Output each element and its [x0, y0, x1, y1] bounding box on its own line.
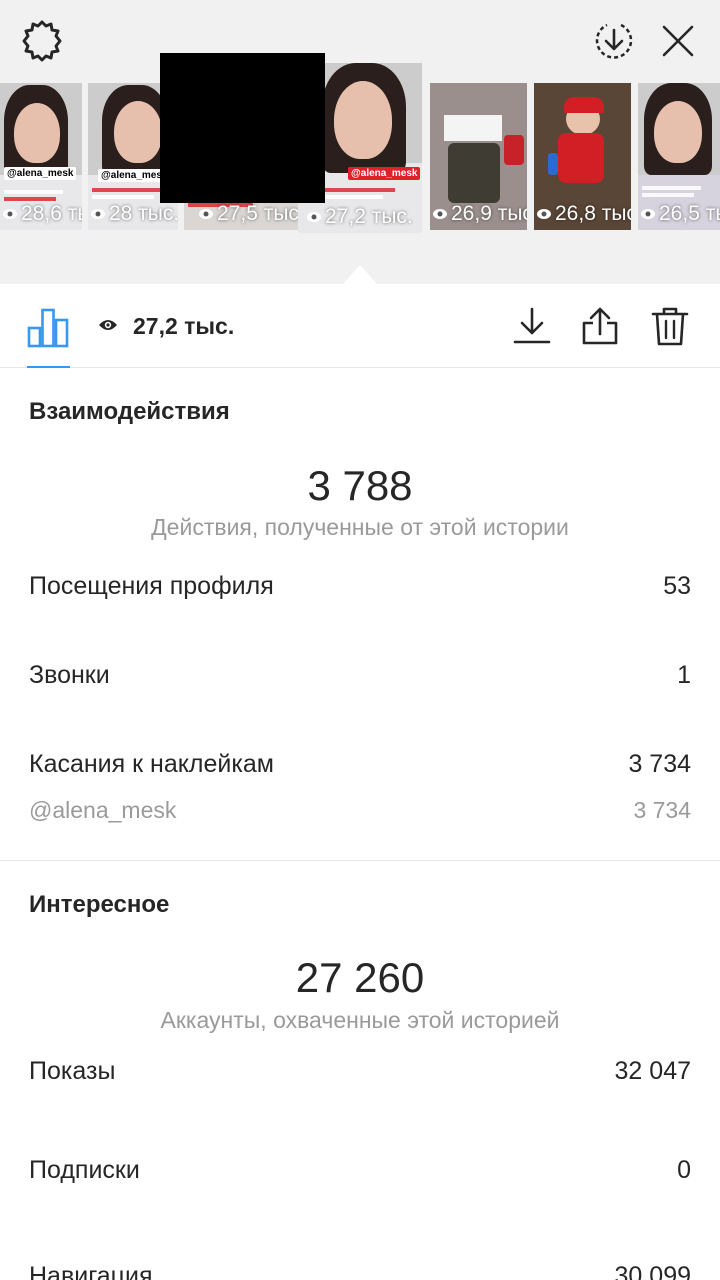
story-thumbnail[interactable]: @alena_mesk 28,6 тыс.	[0, 83, 82, 230]
story-thumbnail[interactable]: 26,5 тыс.	[638, 83, 720, 230]
download-circle-icon[interactable]	[590, 17, 638, 65]
story-thumbnail[interactable]: 26,8 тыс.	[534, 83, 631, 230]
share-icon[interactable]	[578, 304, 622, 348]
trash-icon[interactable]	[648, 304, 692, 348]
eye-icon	[199, 209, 213, 219]
story-thumbnail-strip: @alena_mesk 28,6 тыс. @alena_mesk 28 тыс…	[0, 63, 720, 260]
row-value-sticker-mention: 3 734	[633, 797, 691, 823]
close-icon[interactable]	[654, 17, 702, 65]
row-label-follows: Подписки	[29, 1156, 140, 1184]
eye-icon	[433, 209, 447, 219]
row-label-profile-visits: Посещения профиля	[29, 572, 274, 600]
row-label-sticker-taps: Касания к наклейкам	[29, 750, 274, 778]
row-value-calls: 1	[677, 661, 691, 689]
eye-icon	[3, 209, 17, 219]
row-value-follows: 0	[677, 1156, 691, 1184]
section-title-discovery: Интересное	[29, 891, 170, 918]
discovery-total: 27 260	[295, 954, 425, 1001]
interactions-caption: Действия, полученные от этой истории	[151, 514, 569, 540]
row-value-navigation: 30 099	[614, 1262, 691, 1280]
redacted-block	[160, 53, 325, 203]
download-icon[interactable]	[510, 304, 554, 348]
section-divider	[0, 860, 720, 861]
row-value-sticker-taps: 3 734	[628, 750, 691, 778]
eye-icon	[641, 209, 655, 219]
view-count: 27,2 тыс.	[133, 313, 235, 339]
row-value-impressions: 32 047	[614, 1057, 691, 1085]
story-view-count: 26,8 тыс.	[536, 202, 631, 226]
discovery-caption: Аккаунты, охваченные этой историей	[160, 1007, 560, 1033]
row-value-profile-visits: 53	[663, 572, 691, 600]
story-view-count: 26,5 тыс.	[640, 202, 720, 226]
story-view-count: 28,6 тыс.	[2, 202, 82, 226]
mention-tag: @alena_mesk	[348, 167, 421, 180]
row-label-sticker-mention: @alena_mesk	[29, 797, 177, 823]
bar-chart-icon[interactable]	[26, 304, 70, 353]
eye-icon	[537, 209, 551, 219]
row-label-calls: Звонки	[29, 661, 110, 689]
eye-icon	[91, 209, 105, 219]
action-bar: 27,2 тыс.	[0, 284, 720, 368]
story-thumbnail[interactable]: 26,9 тыс.	[430, 83, 527, 230]
story-view-count: 27,2 тыс.	[306, 205, 413, 229]
story-view-count: 26,9 тыс.	[432, 202, 527, 226]
row-label-navigation: Навигация	[29, 1262, 153, 1280]
interactions-total: 3 788	[307, 462, 413, 509]
eye-icon	[307, 212, 321, 222]
section-title-interactions: Взаимодействия	[29, 398, 230, 425]
eye-icon	[98, 317, 118, 338]
row-label-impressions: Показы	[29, 1057, 116, 1085]
story-view-count: 28 тыс.	[90, 202, 178, 226]
story-view-count: 27,5 тыс.	[198, 202, 300, 226]
active-tab-indicator	[27, 366, 70, 368]
gear-icon[interactable]	[18, 17, 66, 65]
insights-panel: 27,2 тыс. Взаимодействия 3 788 Действия,…	[0, 284, 720, 1280]
selection-pointer	[342, 265, 378, 285]
mention-tag: @alena_mesk	[4, 167, 77, 180]
